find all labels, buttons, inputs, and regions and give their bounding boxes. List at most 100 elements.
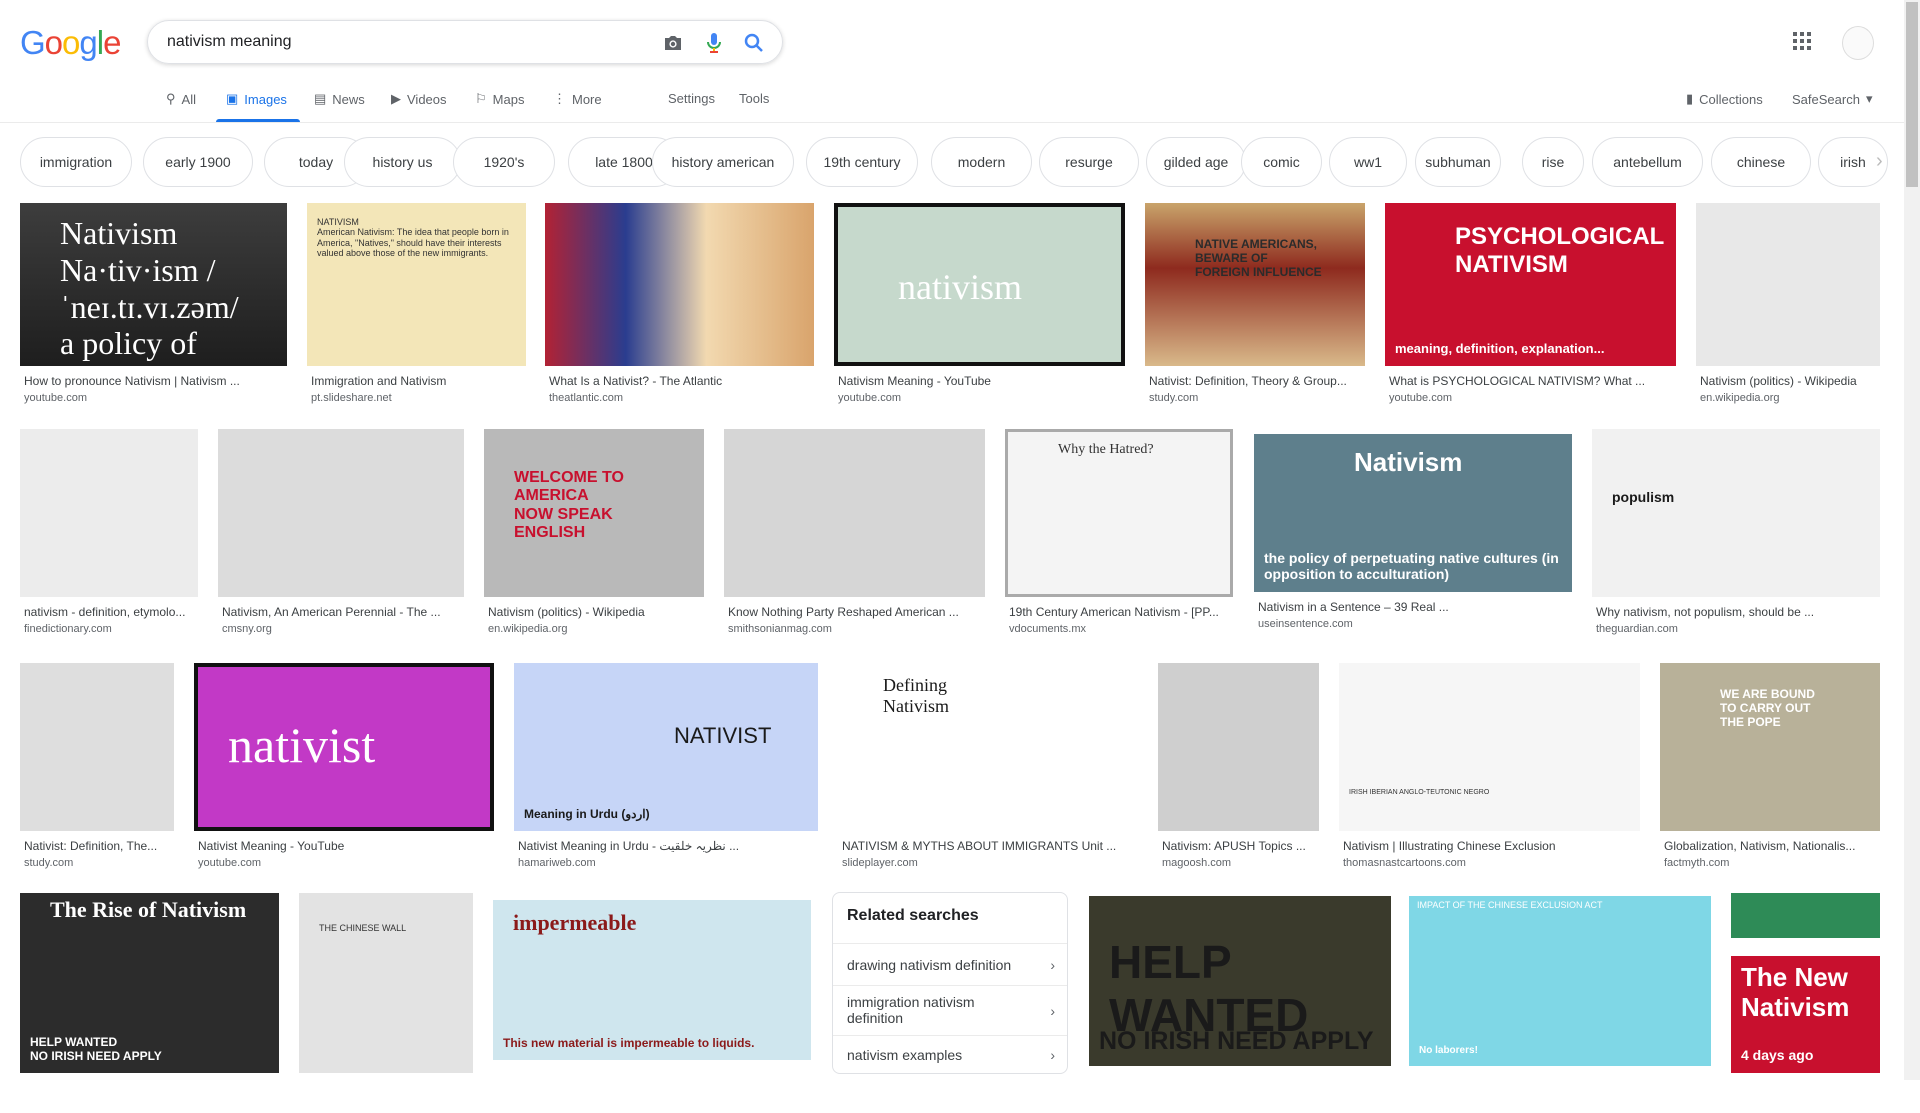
image-result[interactable]: WE ARE BOUND TO CARRY OUT THE POPE Global…: [1660, 663, 1880, 871]
result-title[interactable]: Nativist: Definition, The...: [24, 839, 172, 853]
result-title[interactable]: Immigration and Nativism: [311, 374, 524, 388]
result-thumbnail[interactable]: [724, 429, 985, 597]
result-title[interactable]: Nativism: APUSH Topics ...: [1162, 839, 1317, 853]
chip-comic[interactable]: comic: [1241, 137, 1322, 187]
result-title[interactable]: Nativist: Definition, Theory & Group...: [1149, 374, 1363, 388]
image-result[interactable]: Why the Hatred? 19th Century American Nat…: [1005, 429, 1233, 637]
result-title[interactable]: Nativism in a Sentence – 39 Real ...: [1258, 600, 1570, 614]
tab-news[interactable]: ▤ News: [314, 91, 365, 107]
result-thumbnail[interactable]: HELP WANTED NO IRISH NEED APPLY: [1089, 896, 1391, 1066]
result-thumbnail[interactable]: NATIVISM American Nativism: The idea tha…: [307, 203, 526, 366]
result-title[interactable]: Nativist Meaning in Urdu - نظریہ خلقیت .…: [518, 839, 816, 853]
tab-more[interactable]: ⋮ More: [553, 91, 602, 107]
image-result[interactable]: Nativist: Definition, The... study.com: [20, 663, 174, 871]
image-result[interactable]: impermeable This new material is impermea…: [493, 900, 811, 1100]
related-search-item[interactable]: immigration nativism definition ›: [833, 985, 1067, 1035]
safesearch-dropdown[interactable]: SafeSearch ▾: [1792, 91, 1872, 107]
search-input[interactable]: nativism meaning: [167, 33, 292, 51]
image-result[interactable]: HELP WANTED NO IRISH NEED APPLY: [1089, 896, 1391, 1106]
result-thumbnail[interactable]: [545, 203, 814, 366]
result-thumbnail[interactable]: Defining Nativism: [838, 663, 1138, 831]
result-thumbnail[interactable]: IMPACT OF THE CHINESE EXCLUSION ACT No la…: [1409, 896, 1711, 1066]
image-result[interactable]: What Is a Nativist? - The Atlantic theatl…: [545, 203, 814, 406]
chip-early-1900[interactable]: early 1900: [143, 137, 253, 187]
chip-history-us[interactable]: history us: [344, 137, 461, 187]
scrollbar-thumb[interactable]: [1906, 2, 1918, 187]
result-thumbnail[interactable]: nativism: [834, 203, 1125, 366]
image-result[interactable]: Defining Nativism NATIVISM & MYTHS ABOUT …: [838, 663, 1138, 871]
result-title[interactable]: Nativism (politics) - Wikipedia: [488, 605, 702, 619]
result-thumbnail[interactable]: Why the Hatred?: [1005, 429, 1233, 597]
google-logo[interactable]: Google: [20, 24, 121, 62]
result-title[interactable]: 19th Century American Nativism - [PP...: [1009, 605, 1231, 619]
result-thumbnail[interactable]: [1158, 663, 1319, 831]
result-thumbnail[interactable]: PSYCHOLOGICAL NATIVISM meaning, definitio…: [1385, 203, 1676, 366]
apps-grid-icon[interactable]: [1793, 32, 1811, 55]
result-title[interactable]: What is PSYCHOLOGICAL NATIVISM? What ...: [1389, 374, 1674, 388]
chip-rise[interactable]: rise: [1522, 137, 1584, 187]
related-search-item[interactable]: drawing nativism definition ›: [833, 943, 1067, 985]
image-result[interactable]: Nativism (politics) - Wikipedia en.wikipe…: [1696, 203, 1880, 406]
chip-gilded-age[interactable]: gilded age: [1146, 137, 1246, 187]
result-thumbnail[interactable]: Nativism the policy of perpetuating nativ…: [1254, 434, 1572, 592]
tab-images[interactable]: ▣ Images: [226, 91, 287, 107]
image-result[interactable]: NATIVE AMERICANS, BEWARE OF FOREIGN INFL…: [1145, 203, 1365, 406]
microphone-icon[interactable]: [702, 31, 726, 55]
image-result[interactable]: IMPACT OF THE CHINESE EXCLUSION ACT No la…: [1409, 896, 1711, 1106]
result-thumbnail[interactable]: [20, 663, 174, 831]
image-result[interactable]: nativism - definition, etymolo... finedic…: [20, 429, 198, 637]
chip-antebellum[interactable]: antebellum: [1592, 137, 1703, 187]
chip-1920-s[interactable]: 1920's: [453, 137, 555, 187]
result-title[interactable]: What Is a Nativist? - The Atlantic: [549, 374, 812, 388]
result-title[interactable]: Why nativism, not populism, should be ..…: [1596, 605, 1878, 619]
chip-history-american[interactable]: history american: [652, 137, 794, 187]
result-title[interactable]: Know Nothing Party Reshaped American ...: [728, 605, 983, 619]
result-thumbnail[interactable]: nativist: [194, 663, 494, 831]
result-title[interactable]: nativism - definition, etymolo...: [24, 605, 196, 619]
settings-link[interactable]: Settings: [668, 91, 715, 106]
chip-chinese[interactable]: chinese: [1711, 137, 1811, 187]
chip-immigration[interactable]: immigration: [20, 137, 132, 187]
chip-resurge[interactable]: resurge: [1039, 137, 1139, 187]
result-thumbnail[interactable]: NATIVIST Meaning in Urdu (اردو): [514, 663, 818, 831]
result-thumbnail[interactable]: THE CHINESE WALL: [299, 893, 473, 1073]
result-title[interactable]: Nativism | Illustrating Chinese Exclusio…: [1343, 839, 1638, 853]
result-thumbnail[interactable]: [218, 429, 464, 597]
result-thumbnail[interactable]: The New Nativism 4 days ago: [1731, 893, 1880, 1073]
image-result[interactable]: Nativism the policy of perpetuating nativ…: [1254, 434, 1572, 632]
tab-videos[interactable]: ▶ Videos: [391, 91, 447, 107]
tools-link[interactable]: Tools: [739, 91, 769, 106]
result-title[interactable]: Nativism Meaning - YouTube: [838, 374, 1123, 388]
image-result[interactable]: nativist Nativist Meaning - YouTube youtub…: [194, 663, 494, 871]
collections-link[interactable]: ▮ Collections: [1686, 91, 1763, 107]
tab-maps[interactable]: ⚐ Maps: [475, 91, 524, 107]
camera-icon[interactable]: [661, 31, 685, 55]
result-thumbnail[interactable]: WE ARE BOUND TO CARRY OUT THE POPE: [1660, 663, 1880, 831]
image-result[interactable]: PSYCHOLOGICAL NATIVISM meaning, definitio…: [1385, 203, 1676, 406]
image-result[interactable]: The Rise of Nativism HELP WANTED NO IRISH…: [20, 893, 279, 1113]
image-result[interactable]: THE CHINESE WALL: [299, 893, 473, 1113]
result-thumbnail[interactable]: impermeable This new material is impermea…: [493, 900, 811, 1060]
result-thumbnail[interactable]: [1696, 203, 1880, 366]
result-title[interactable]: Nativism (politics) - Wikipedia: [1700, 374, 1878, 388]
image-result[interactable]: populism Why nativism, not populism, shou…: [1592, 429, 1880, 637]
image-result[interactable]: NATIVIST Meaning in Urdu (اردو) Nativist M…: [514, 663, 818, 871]
image-result[interactable]: Know Nothing Party Reshaped American ...…: [724, 429, 985, 637]
chip-ww1[interactable]: ww1: [1329, 137, 1407, 187]
chip-19th-century[interactable]: 19th century: [806, 137, 918, 187]
result-thumbnail[interactable]: WELCOME TO AMERICA NOW SPEAK ENGLISH: [484, 429, 704, 597]
account-avatar[interactable]: [1842, 26, 1874, 60]
related-search-item[interactable]: nativism examples ›: [833, 1035, 1067, 1073]
result-thumbnail[interactable]: populism: [1592, 429, 1880, 597]
image-result[interactable]: nativism Nativism Meaning - YouTube youtub…: [834, 203, 1125, 406]
search-box[interactable]: nativism meaning: [147, 20, 783, 64]
image-result[interactable]: Nativism Na·tiv·ism /ˈneɪ.tɪ.vɪ.zəm/ a p…: [20, 203, 287, 406]
result-thumbnail[interactable]: IRISH IBERIAN ANGLO-TEUTONIC NEGRO: [1339, 663, 1640, 831]
chip-scroll-right-icon[interactable]: ›: [1876, 150, 1883, 173]
image-result[interactable]: IRISH IBERIAN ANGLO-TEUTONIC NEGRO Nativi…: [1339, 663, 1640, 871]
result-title[interactable]: Globalization, Nativism, Nationalis...: [1664, 839, 1878, 853]
image-result[interactable]: WELCOME TO AMERICA NOW SPEAK ENGLISH Nati…: [484, 429, 704, 637]
image-result[interactable]: Nativism, An American Perennial - The ..…: [218, 429, 464, 637]
chip-subhuman[interactable]: subhuman: [1415, 137, 1501, 187]
result-title[interactable]: How to pronounce Nativism | Nativism ...: [24, 374, 285, 388]
